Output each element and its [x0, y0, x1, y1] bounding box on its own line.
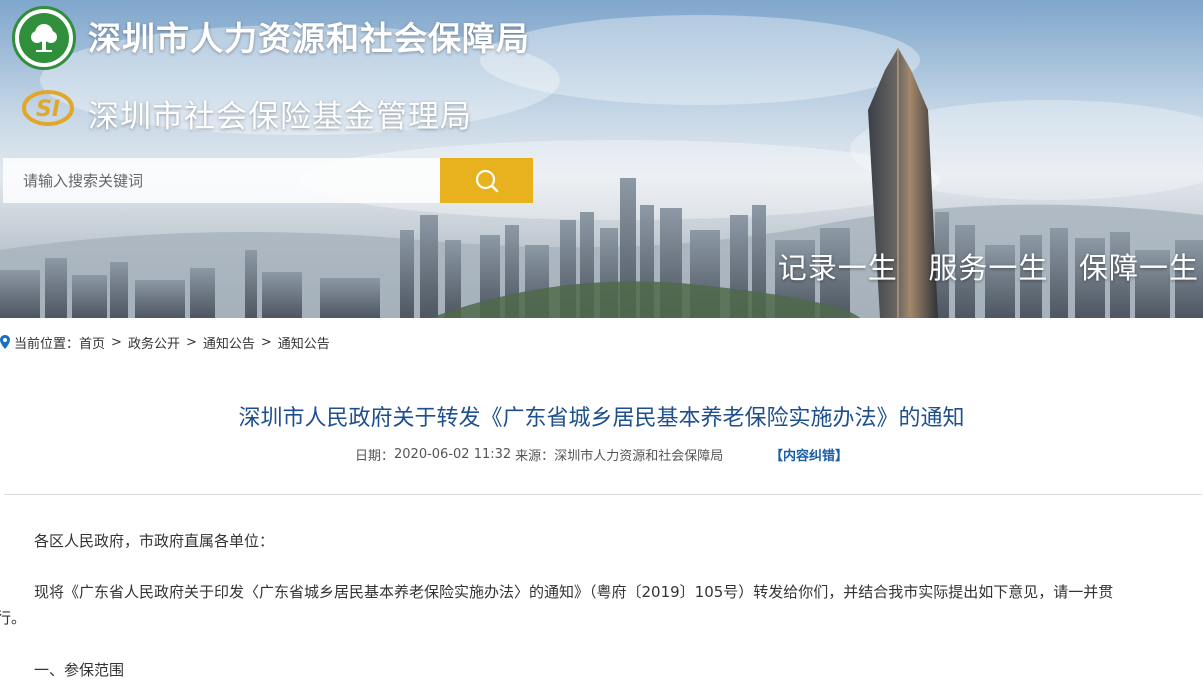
- breadcrumb-separator: >: [185, 334, 197, 350]
- breadcrumb-separator: >: [111, 334, 122, 350]
- divider: [4, 494, 1202, 495]
- hrss-logo[interactable]: [12, 6, 76, 70]
- svg-text:SI: SI: [36, 97, 60, 122]
- breadcrumb-prefix: 当前位置：: [14, 336, 80, 352]
- source-label: 来源：: [515, 449, 555, 464]
- org-title: 深圳市人力资源和社会保障局: [88, 19, 530, 58]
- breadcrumb: 当前位置： 首页 > 政务公开 > 通知公告 > 通知公告: [0, 332, 330, 352]
- breadcrumb-gov-affairs[interactable]: 政务公开: [128, 333, 180, 352]
- breadcrumb-home[interactable]: 首页: [79, 333, 105, 352]
- si-fund-logo-icon: SI: [22, 90, 74, 126]
- breadcrumb-separator: >: [260, 334, 272, 350]
- date-label: 日期：: [355, 449, 395, 464]
- article-meta: 日期： 2020-06-02 11:32 来源： 深圳市人力资源和社会保障局: [355, 445, 723, 464]
- content-correction-link[interactable]: 【内容纠错】: [770, 445, 848, 464]
- search-button[interactable]: [440, 158, 533, 203]
- article-paragraph: 各区人民政府，市政府直属各单位：: [34, 532, 275, 550]
- tree-emblem-icon: [19, 13, 69, 63]
- slogan: 记录一生 服务一生 保障一生: [777, 251, 1199, 285]
- article-paragraph: 现将《广东省人民政府关于印发〈广东省城乡居民基本养老保险实施办法〉的通知》（粤府…: [0, 579, 1199, 631]
- search-input[interactable]: [3, 158, 440, 203]
- paragraph-line: 彻执行。: [0, 609, 27, 627]
- breadcrumb-notices[interactable]: 通知公告: [203, 333, 255, 352]
- section-heading: 一、参保范围: [34, 661, 125, 679]
- search-icon: [475, 169, 498, 192]
- publish-date: 2020-06-02 11:32: [394, 447, 512, 462]
- location-pin-icon: [0, 335, 10, 349]
- breadcrumb-notices-current[interactable]: 通知公告: [278, 333, 330, 352]
- header-banner: 深圳市人力资源和社会保障局 SI 深圳市社会保险基金管理局 记录一生 服务一生 …: [0, 0, 1203, 318]
- article-title: 深圳市人民政府关于转发《广东省城乡居民基本养老保险实施办法》的通知: [238, 406, 965, 431]
- fund-title: 深圳市社会保险基金管理局: [88, 99, 472, 135]
- source-value: 深圳市人力资源和社会保障局: [554, 449, 724, 464]
- paragraph-line: 现将《广东省人民政府关于印发〈广东省城乡居民基本养老保险实施办法〉的通知》（粤府…: [34, 583, 1114, 601]
